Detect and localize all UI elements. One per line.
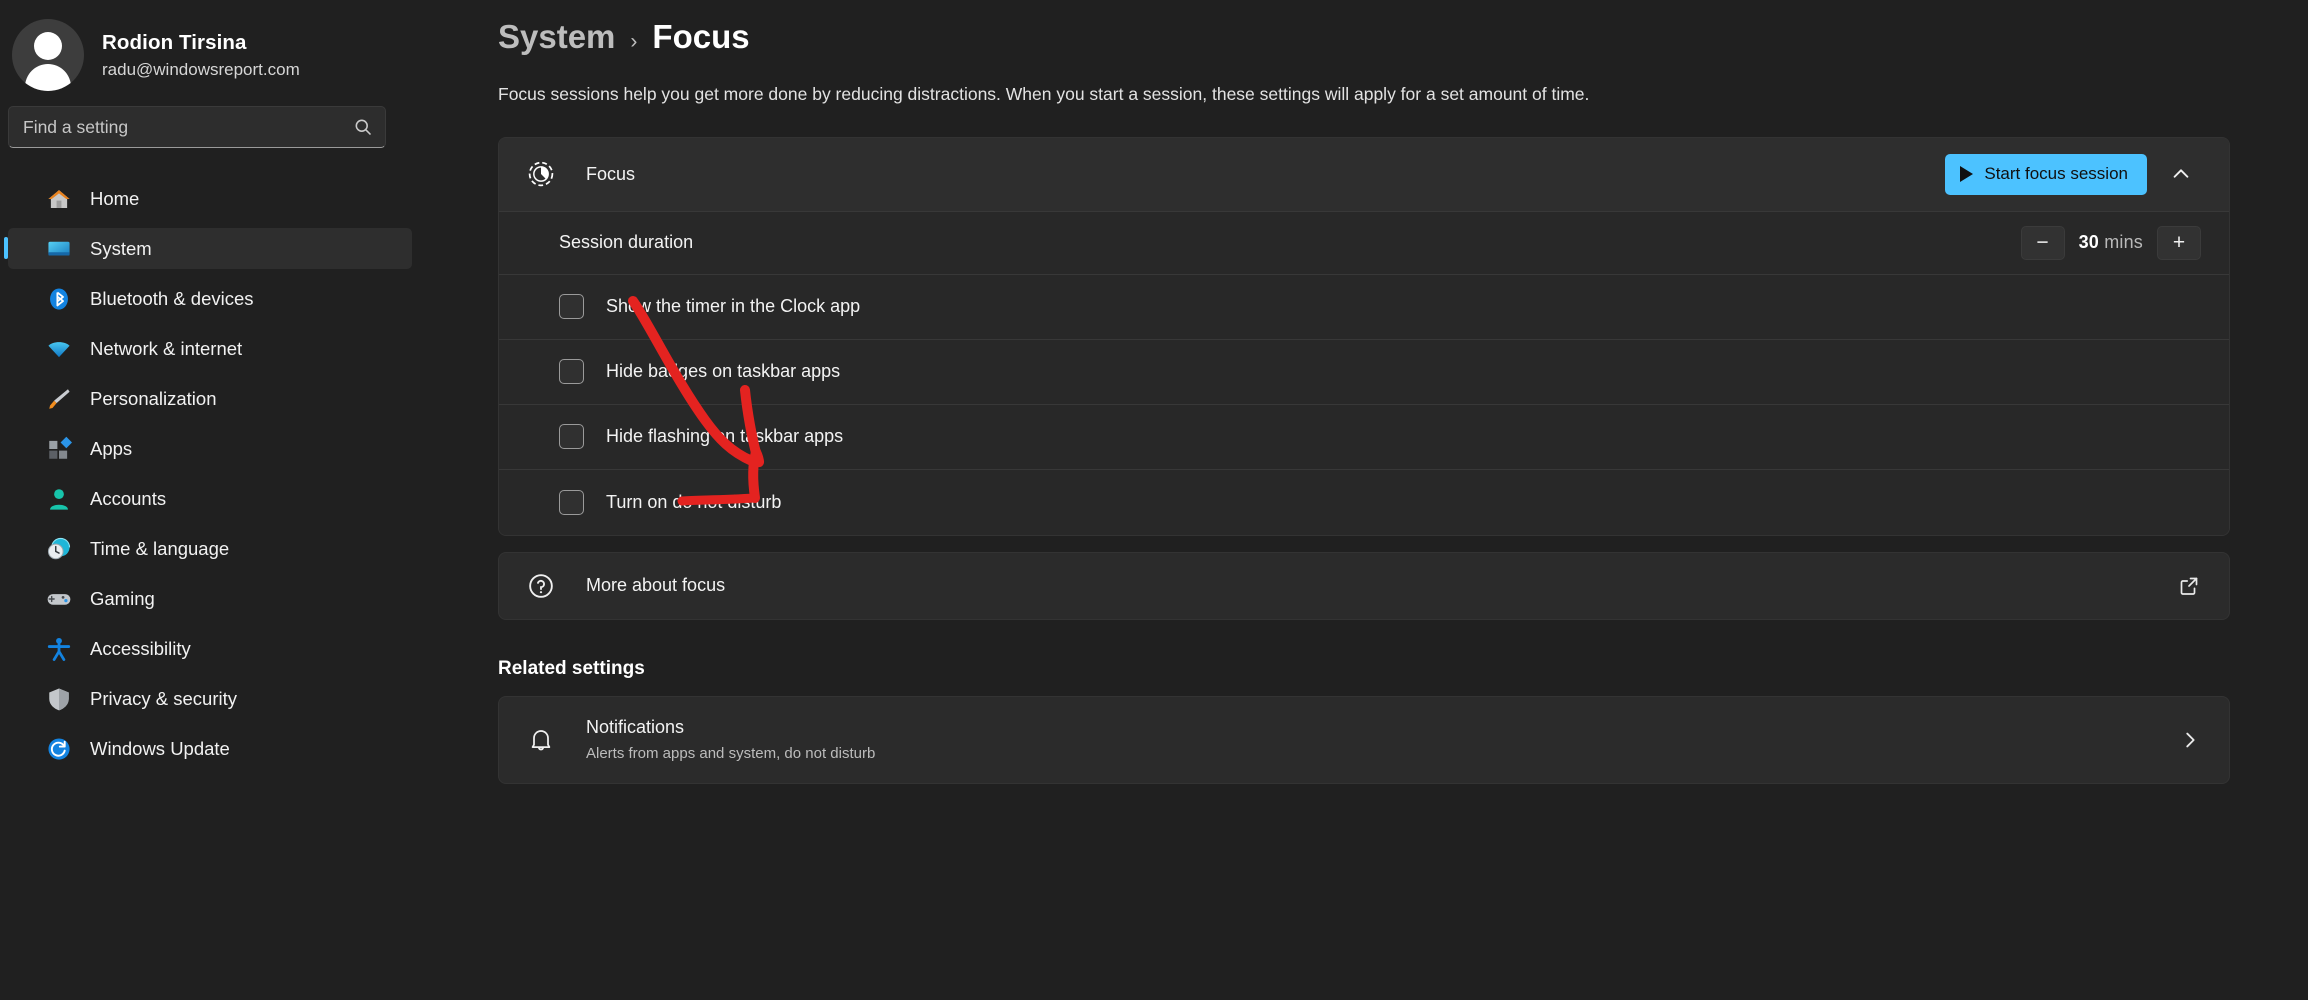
avatar bbox=[12, 19, 84, 91]
sidebar-item-label: Home bbox=[90, 187, 140, 209]
session-duration-stepper: − 30 mins + bbox=[2020, 225, 2201, 260]
paintbrush-icon bbox=[49, 388, 70, 409]
focus-card: Focus Start focus session Session durati… bbox=[498, 136, 2230, 536]
option-row-show-timer[interactable]: Show the timer in the Clock app bbox=[499, 274, 2229, 340]
sidebar-item-label: Personalization bbox=[90, 387, 217, 409]
more-about-focus-label: More about focus bbox=[586, 575, 726, 596]
sidebar-nav: Home System Bluetooth & devices Network … bbox=[0, 178, 420, 769]
main-content: System › Focus Focus sessions help you g… bbox=[420, 0, 2308, 1000]
external-link-icon[interactable] bbox=[2177, 574, 2201, 598]
focus-card-title: Focus bbox=[586, 163, 636, 184]
sidebar-item-privacy-security[interactable]: Privacy & security bbox=[8, 678, 412, 719]
bell-icon bbox=[531, 729, 551, 750]
update-refresh-icon bbox=[48, 737, 70, 760]
option-label: Hide badges on taskbar apps bbox=[606, 361, 841, 382]
account-header[interactable]: Rodion Tirsina radu@windowsreport.com bbox=[0, 0, 420, 96]
focus-timer-icon bbox=[528, 161, 554, 187]
sidebar-item-label: Network & internet bbox=[90, 337, 243, 359]
session-duration-unit: mins bbox=[2104, 232, 2143, 253]
session-duration-label: Session duration bbox=[559, 232, 694, 253]
question-circle-icon bbox=[529, 573, 553, 598]
bluetooth-icon bbox=[50, 287, 68, 310]
option-label: Turn on do not disturb bbox=[606, 491, 782, 512]
sidebar-item-gaming[interactable]: Gaming bbox=[8, 578, 412, 619]
account-email: radu@windowsreport.com bbox=[102, 59, 300, 79]
related-item-subtitle: Alerts from apps and system, do not dist… bbox=[586, 744, 876, 762]
sidebar-item-accounts[interactable]: Accounts bbox=[8, 478, 412, 519]
shield-icon bbox=[49, 687, 69, 710]
related-item-notifications[interactable]: Notifications Alerts from apps and syste… bbox=[499, 697, 2229, 783]
checkbox-show-timer[interactable] bbox=[559, 294, 584, 320]
page-description: Focus sessions help you get more done by… bbox=[498, 84, 1590, 104]
sidebar-item-label: Accounts bbox=[90, 487, 167, 509]
wifi-icon bbox=[48, 341, 70, 357]
sidebar-item-time-language[interactable]: Time & language bbox=[8, 528, 412, 569]
sidebar-item-label: Apps bbox=[90, 437, 133, 459]
session-duration-decrement-button[interactable]: − bbox=[2020, 225, 2065, 260]
chevron-up-icon bbox=[2173, 169, 2189, 178]
checkbox-do-not-disturb[interactable] bbox=[559, 489, 584, 515]
sidebar-item-label: Bluetooth & devices bbox=[90, 287, 254, 309]
start-focus-session-button[interactable]: Start focus session bbox=[1945, 153, 2147, 195]
session-duration-row: Session duration − 30 mins + bbox=[499, 211, 2229, 275]
search-box[interactable] bbox=[8, 106, 386, 148]
clock-globe-icon bbox=[47, 537, 71, 559]
sidebar-item-label: Privacy & security bbox=[90, 687, 238, 709]
play-icon bbox=[1960, 166, 1974, 183]
sidebar-item-network-internet[interactable]: Network & internet bbox=[8, 328, 412, 369]
person-icon bbox=[50, 488, 68, 510]
sidebar-item-label: Windows Update bbox=[90, 737, 230, 759]
sidebar-item-label: Accessibility bbox=[90, 637, 191, 659]
related-item-title: Notifications bbox=[586, 717, 685, 738]
sidebar-item-label: Gaming bbox=[90, 587, 155, 609]
sidebar-item-windows-update[interactable]: Windows Update bbox=[8, 728, 412, 769]
sidebar-item-system[interactable]: System bbox=[4, 228, 412, 269]
sidebar: Rodion Tirsina radu@windowsreport.com Ho… bbox=[0, 0, 420, 1000]
sidebar-item-label: Time & language bbox=[90, 537, 230, 559]
option-label: Show the timer in the Clock app bbox=[606, 296, 861, 317]
page-title: Focus bbox=[652, 18, 750, 55]
accessibility-icon bbox=[47, 637, 71, 661]
option-row-hide-badges[interactable]: Hide badges on taskbar apps bbox=[499, 339, 2229, 405]
more-about-focus-row[interactable]: More about focus bbox=[499, 553, 2229, 619]
search-input[interactable] bbox=[23, 116, 353, 138]
focus-card-collapse-button[interactable] bbox=[2161, 154, 2201, 194]
sidebar-item-bluetooth-devices[interactable]: Bluetooth & devices bbox=[8, 278, 412, 319]
sidebar-item-personalization[interactable]: Personalization bbox=[8, 378, 412, 419]
session-duration-number: 30 bbox=[2078, 232, 2099, 253]
checkbox-hide-flashing[interactable] bbox=[559, 424, 584, 450]
settings-window: Rodion Tirsina radu@windowsreport.com Ho… bbox=[0, 0, 2308, 1000]
sidebar-item-accessibility[interactable]: Accessibility bbox=[8, 628, 412, 669]
checkbox-hide-badges[interactable] bbox=[559, 359, 584, 385]
session-duration-value: 30 mins bbox=[2079, 232, 2143, 253]
breadcrumb: System › Focus bbox=[420, 0, 2308, 56]
sidebar-item-apps[interactable]: Apps bbox=[8, 428, 412, 469]
related-settings-heading: Related settings bbox=[498, 657, 645, 679]
sidebar-item-home[interactable]: Home bbox=[8, 178, 412, 219]
focus-card-header[interactable]: Focus Start focus session bbox=[499, 137, 2229, 212]
chevron-right-icon: › bbox=[630, 30, 638, 53]
apps-icon bbox=[49, 436, 72, 459]
option-row-hide-flashing[interactable]: Hide flashing on taskbar apps bbox=[499, 404, 2229, 470]
account-name: Rodion Tirsina bbox=[102, 31, 247, 55]
home-icon bbox=[48, 189, 70, 208]
sidebar-item-label: System bbox=[90, 237, 152, 259]
related-item-text: Notifications Alerts from apps and syste… bbox=[586, 716, 875, 763]
option-row-do-not-disturb[interactable]: Turn on do not disturb bbox=[499, 469, 2229, 535]
system-monitor-icon bbox=[48, 241, 70, 255]
chevron-right-icon[interactable] bbox=[2179, 729, 2201, 751]
more-about-focus-card: More about focus bbox=[498, 551, 2230, 620]
related-settings-card: Notifications Alerts from apps and syste… bbox=[498, 695, 2230, 784]
breadcrumb-parent[interactable]: System bbox=[498, 18, 615, 56]
gamepad-icon bbox=[47, 593, 71, 605]
session-duration-increment-button[interactable]: + bbox=[2157, 225, 2201, 260]
search-icon bbox=[355, 119, 372, 136]
start-focus-session-label: Start focus session bbox=[1984, 164, 2128, 184]
option-label: Hide flashing on taskbar apps bbox=[606, 426, 844, 447]
